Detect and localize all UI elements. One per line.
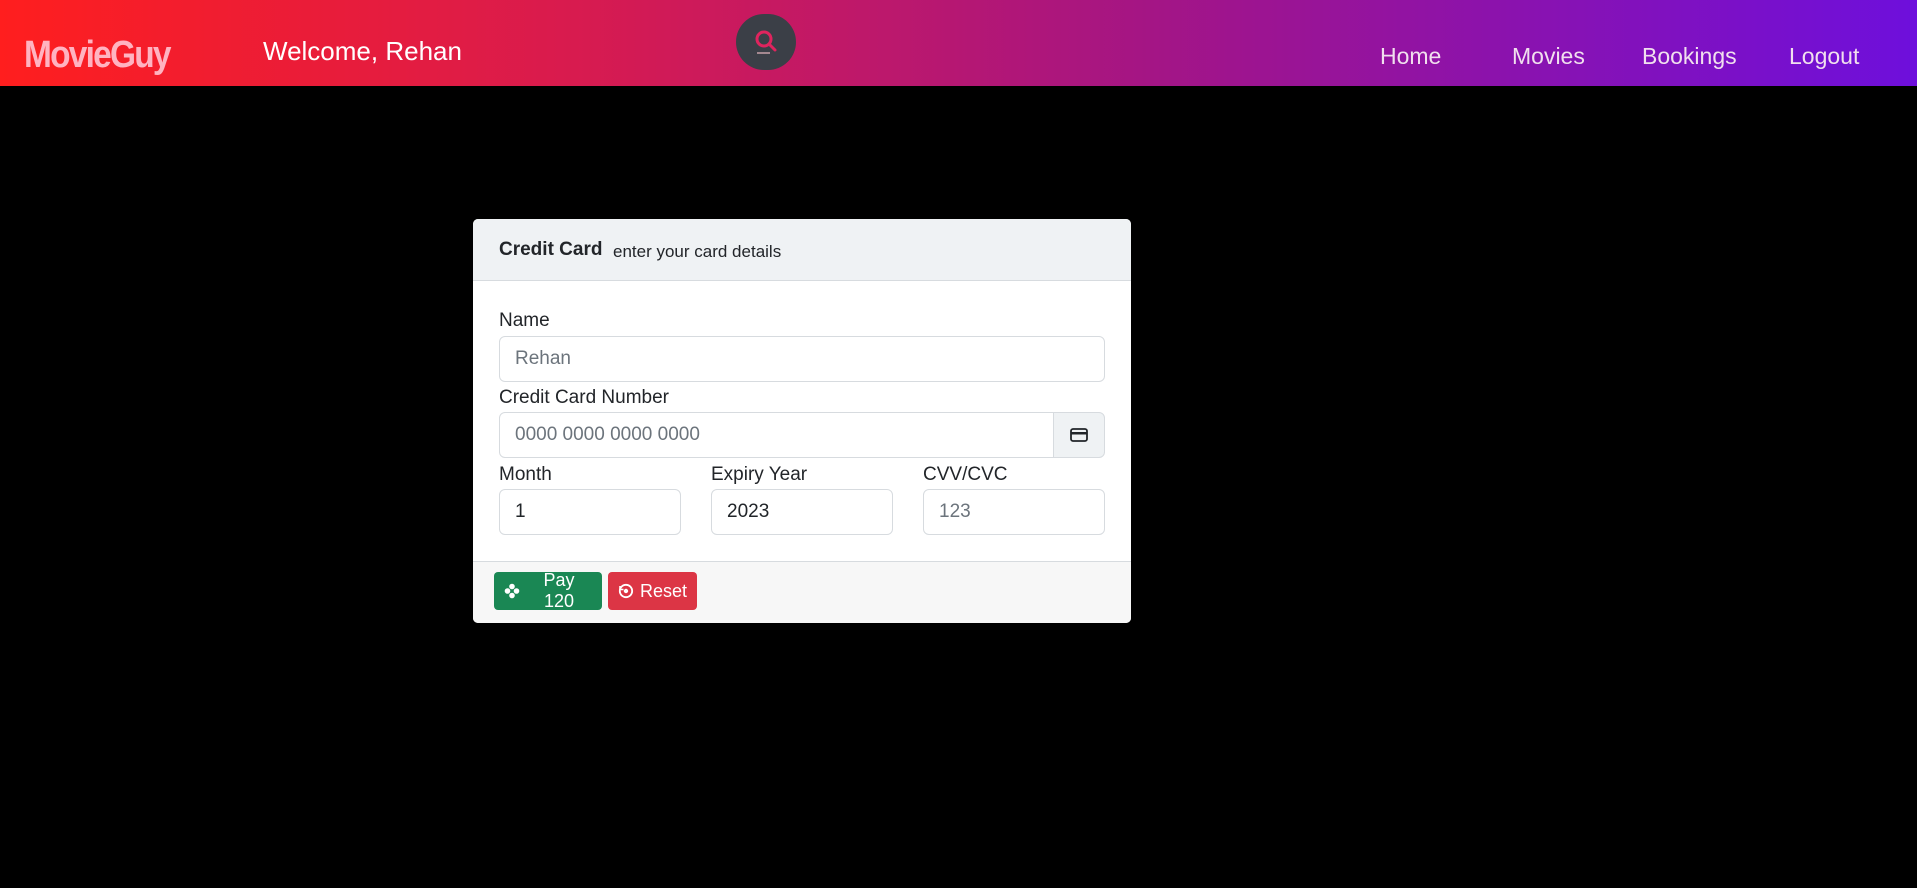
top-navbar: MovieGuy Welcome, Rehan Home Movies Book… xyxy=(0,0,1917,86)
nav-logout[interactable]: Logout xyxy=(1789,45,1859,68)
nav-links: Home Movies Bookings Logout xyxy=(0,45,1917,75)
month-label: Month xyxy=(499,464,552,485)
card-number-label: Credit Card Number xyxy=(499,387,669,408)
card-subtitle: enter your card details xyxy=(613,242,782,261)
credit-card-icon xyxy=(1070,428,1088,442)
expiry-year-label: Expiry Year xyxy=(711,464,808,485)
name-label: Name xyxy=(499,310,550,331)
credit-card-form: Credit Card enter your card details Name… xyxy=(473,219,1131,623)
nav-bookings[interactable]: Bookings xyxy=(1642,45,1737,68)
card-number-input[interactable] xyxy=(499,412,1055,458)
month-input[interactable] xyxy=(499,489,681,535)
pay-icon xyxy=(504,583,520,599)
name-input[interactable] xyxy=(499,336,1105,382)
pay-button-label: Pay 120 xyxy=(543,570,575,611)
nav-movies[interactable]: Movies xyxy=(1512,45,1585,68)
reset-icon xyxy=(618,583,634,599)
nav-home[interactable]: Home xyxy=(1380,45,1441,68)
reset-button-label: Reset xyxy=(639,580,687,601)
pay-button[interactable]: Pay 120 xyxy=(494,570,602,611)
card-number-addon xyxy=(1053,412,1105,458)
card-footer: Pay 120 Reset xyxy=(473,561,1131,623)
card-header: Credit Card enter your card details xyxy=(473,219,1131,281)
cvv-input[interactable] xyxy=(923,489,1105,535)
reset-button[interactable]: Reset xyxy=(608,572,697,610)
card-title: Credit Card xyxy=(499,239,603,260)
cvv-label: CVV/CVC xyxy=(923,464,1008,485)
expiry-year-input[interactable] xyxy=(711,489,893,535)
